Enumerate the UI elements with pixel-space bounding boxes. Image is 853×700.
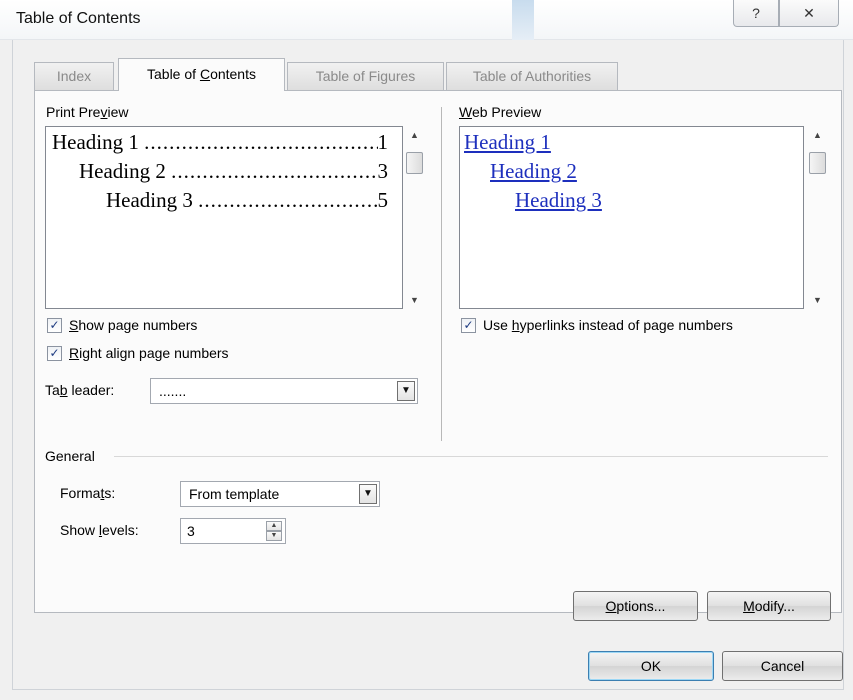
chevron-down-icon[interactable]: ▼	[397, 381, 415, 401]
use-hyperlinks-label[interactable]: Use hyperlinks instead of page numbers	[483, 317, 733, 333]
show-levels-spinner[interactable]: 3 ▲ ▼	[180, 518, 286, 544]
web-preview-link[interactable]: Heading 2	[490, 159, 577, 184]
print-preview-line: Heading 3 ..............................…	[106, 188, 388, 212]
print-preview-line: Heading 2 ..............................…	[79, 159, 388, 183]
general-divider	[114, 456, 828, 457]
tab-leader-label: Tab leader:	[45, 382, 115, 398]
print-preview-label: Print Preview	[46, 104, 129, 120]
print-preview-line: Heading 1 ..............................…	[52, 130, 388, 154]
scroll-down-icon[interactable]: ▼	[808, 295, 827, 305]
scroll-up-icon[interactable]: ▲	[808, 130, 827, 140]
web-preview-box: Heading 1 Heading 2 Heading 3	[459, 126, 804, 309]
show-levels-value: 3	[187, 523, 195, 539]
scroll-thumb[interactable]	[406, 152, 423, 174]
show-levels-label: Show levels:	[60, 522, 139, 538]
show-page-numbers-label[interactable]: Show page numbers	[69, 317, 197, 333]
web-preview-label: Web Preview	[459, 104, 542, 120]
use-hyperlinks-checkbox[interactable]: ✓	[461, 318, 476, 333]
tab-leader-dropdown[interactable]: ....... ▼	[150, 378, 418, 404]
show-page-numbers-checkbox[interactable]: ✓	[47, 318, 62, 333]
print-preview-scrollbar[interactable]: ▲ ▼	[405, 126, 424, 309]
web-preview-scrollbar[interactable]: ▲ ▼	[808, 126, 827, 309]
formats-value: From template	[189, 486, 280, 502]
scroll-thumb[interactable]	[809, 152, 826, 174]
formats-dropdown[interactable]: From template ▼	[180, 481, 380, 507]
scroll-down-icon[interactable]: ▼	[405, 295, 424, 305]
formats-label: Formats:	[60, 485, 116, 501]
options-button[interactable]: Options...	[573, 591, 698, 621]
web-preview-link[interactable]: Heading 1	[464, 130, 551, 155]
general-group-label: General	[45, 448, 95, 464]
chevron-down-icon[interactable]: ▼	[359, 484, 377, 504]
check-icon: ✓	[49, 346, 60, 360]
check-icon: ✓	[49, 318, 60, 332]
right-align-label[interactable]: Right align page numbers	[69, 345, 229, 361]
print-preview-box: Heading 1 ..............................…	[45, 126, 403, 309]
column-divider	[441, 107, 442, 441]
web-preview-link[interactable]: Heading 3	[515, 188, 602, 213]
check-icon: ✓	[463, 318, 474, 332]
spin-down-icon[interactable]: ▼	[266, 531, 282, 541]
scroll-up-icon[interactable]: ▲	[405, 130, 424, 140]
spin-up-icon[interactable]: ▲	[266, 521, 282, 531]
ok-button[interactable]: OK	[588, 651, 714, 681]
right-align-checkbox[interactable]: ✓	[47, 346, 62, 361]
tab-leader-value: .......	[159, 383, 187, 399]
modify-button[interactable]: Modify...	[707, 591, 831, 621]
cancel-button[interactable]: Cancel	[722, 651, 843, 681]
